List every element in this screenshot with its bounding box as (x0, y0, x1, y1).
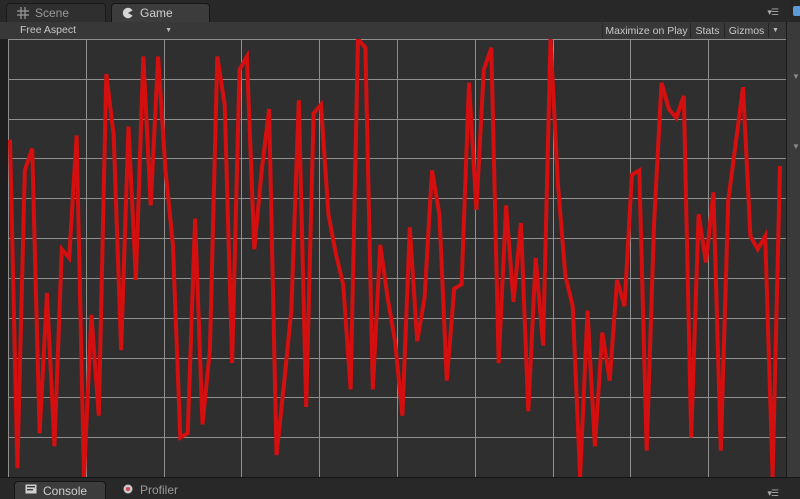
tab-game[interactable]: Game (111, 3, 210, 22)
cube-icon (790, 0, 800, 22)
tab-scene[interactable]: Scene (6, 3, 106, 22)
collapse-arrow-icon[interactable]: ▼ (792, 142, 800, 151)
collapse-arrow-icon[interactable]: ▼ (792, 72, 800, 81)
tab-game-label: Game (140, 6, 173, 20)
inspector-panel-edge: ▼ ▼ (786, 22, 800, 477)
bottom-tab-strip: Console Profiler ▾☰ (0, 477, 800, 499)
gizmos-dropdown-toggle[interactable]: ▼ (768, 23, 782, 38)
grid-icon (17, 7, 29, 19)
gamepad-icon (122, 7, 134, 19)
game-view[interactable] (8, 39, 786, 477)
chevron-down-icon: ▼ (165, 26, 172, 34)
line-plot (8, 39, 786, 477)
console-icon (25, 483, 37, 498)
tab-scene-label: Scene (35, 6, 70, 20)
chevron-down-icon: ▼ (772, 27, 779, 34)
game-toolbar: Free Aspect ▼ Maximize on Play Stats Giz… (0, 22, 786, 40)
series-line (8, 39, 782, 477)
tab-profiler[interactable]: Profiler (112, 481, 202, 499)
series-group (8, 39, 782, 477)
editor-tab-strip: Scene Game ▾☰ (0, 0, 800, 23)
stats-button[interactable]: Stats (690, 23, 724, 38)
gizmos-label: Gizmos (728, 24, 765, 37)
tab-menu-icon[interactable]: ▾☰ (767, 7, 779, 18)
stats-label: Stats (695, 24, 720, 37)
tab-profiler-label: Profiler (140, 483, 179, 497)
maximize-on-play-label: Maximize on Play (605, 24, 688, 37)
profiler-icon (122, 483, 134, 498)
aspect-dropdown[interactable]: Free Aspect ▼ (14, 23, 178, 37)
maximize-on-play-button[interactable]: Maximize on Play (602, 23, 690, 38)
left-edge (0, 39, 8, 477)
gizmos-button[interactable]: Gizmos (724, 23, 768, 38)
tab-console[interactable]: Console (14, 481, 106, 499)
tab-menu-icon[interactable]: ▾☰ (767, 488, 779, 499)
aspect-dropdown-value: Free Aspect (20, 24, 77, 36)
tab-console-label: Console (43, 483, 88, 498)
